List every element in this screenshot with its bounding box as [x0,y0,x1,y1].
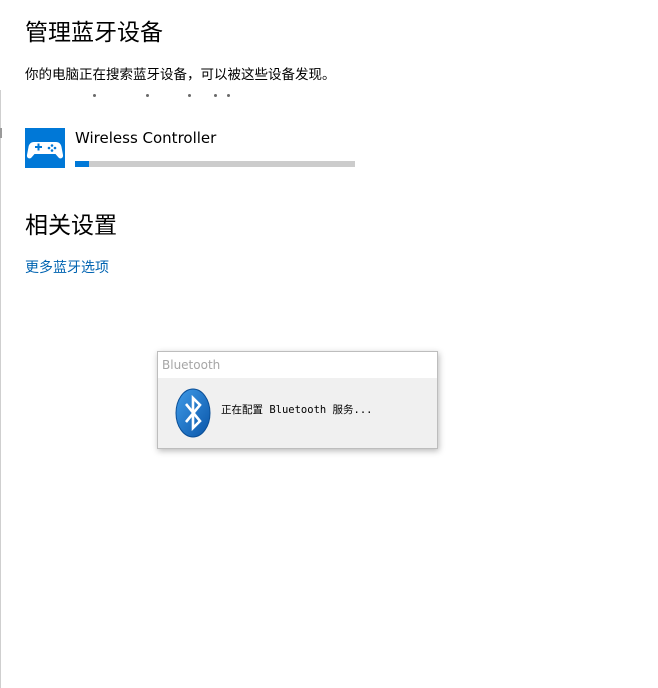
connection-progress-bar [75,161,355,167]
page-title: 管理蓝牙设备 [25,20,163,46]
device-item-wireless-controller[interactable]: Wireless Controller [25,128,365,172]
window-edge-marker [0,128,2,138]
bluetooth-icon [175,388,211,438]
progress-dot [227,94,230,97]
scanning-status-text: 你的电脑正在搜索蓝牙设备，可以被这些设备发现。 [25,67,336,83]
more-bluetooth-options-link[interactable]: 更多蓝牙选项 [25,258,109,278]
connection-progress-fill [75,161,89,167]
related-settings-heading: 相关设置 [25,213,117,239]
dialog-message: 正在配置 Bluetooth 服务... [221,404,373,416]
progress-dot [188,94,191,97]
progress-dot [214,94,217,97]
progress-dot [146,94,149,97]
progress-dot [93,94,96,97]
gamepad-icon [25,128,65,168]
bluetooth-config-dialog: Bluetooth 正在配置 Bluetooth 服务... [157,351,438,449]
window-left-border [0,90,1,688]
dialog-titlebar[interactable]: Bluetooth [158,352,437,378]
scanning-progress-dots [0,92,300,100]
dialog-title: Bluetooth [162,358,221,372]
device-name: Wireless Controller [75,129,217,147]
